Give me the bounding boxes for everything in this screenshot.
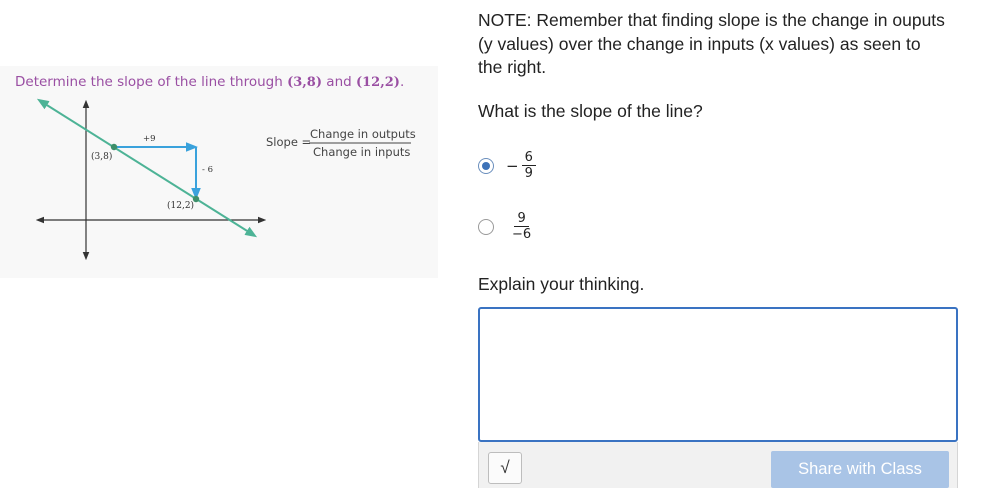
choice-option-1[interactable]: − 6 9 bbox=[478, 150, 536, 181]
formula-numerator: Change in outputs bbox=[310, 127, 416, 141]
explain-label: Explain your thinking. bbox=[478, 274, 645, 294]
note-text: NOTE: Remember that finding slope is the… bbox=[478, 10, 945, 77]
slope-diagram: Determine the slope of the line through … bbox=[15, 74, 416, 261]
slope-line bbox=[36, 98, 258, 238]
choice-2-fraction: 9 −6 bbox=[509, 211, 534, 242]
choice-2-numerator: 9 bbox=[514, 211, 529, 227]
share-with-class-button[interactable]: Share with Class bbox=[771, 451, 949, 488]
formula-lhs: Slope = bbox=[266, 135, 311, 149]
point-a-label: (3,8) bbox=[91, 151, 112, 162]
figure-title: Determine the slope of the line through … bbox=[15, 74, 404, 90]
question-text: What is the slope of the line? bbox=[478, 101, 703, 121]
formula-denominator: Change in inputs bbox=[313, 145, 410, 159]
answer-toolbar: √ Share with Class bbox=[478, 442, 958, 488]
point-a-dot bbox=[110, 143, 118, 151]
math-editor-button[interactable]: √ bbox=[488, 452, 522, 484]
choice-1-fraction: 6 9 bbox=[521, 150, 536, 181]
choice-1-numerator: 6 bbox=[521, 150, 536, 166]
choice-1-expression: − 6 9 bbox=[506, 150, 536, 181]
radio-button[interactable] bbox=[478, 218, 494, 235]
choice-option-2[interactable]: 9 −6 bbox=[478, 211, 534, 242]
choice-2-denominator: −6 bbox=[512, 227, 532, 242]
point-b-label: (12,2) bbox=[167, 200, 194, 211]
square-root-icon: √ bbox=[500, 458, 510, 477]
slope-figure: Determine the slope of the line through … bbox=[0, 66, 438, 278]
choice-1-sign: − bbox=[506, 156, 519, 175]
choice-2-expression: 9 −6 bbox=[506, 211, 534, 242]
run-label: +9 bbox=[143, 134, 156, 144]
radio-button-selected[interactable] bbox=[478, 157, 494, 174]
answer-textarea[interactable] bbox=[478, 307, 958, 442]
choice-1-denominator: 9 bbox=[524, 166, 533, 181]
rise-label: - 6 bbox=[202, 165, 213, 175]
